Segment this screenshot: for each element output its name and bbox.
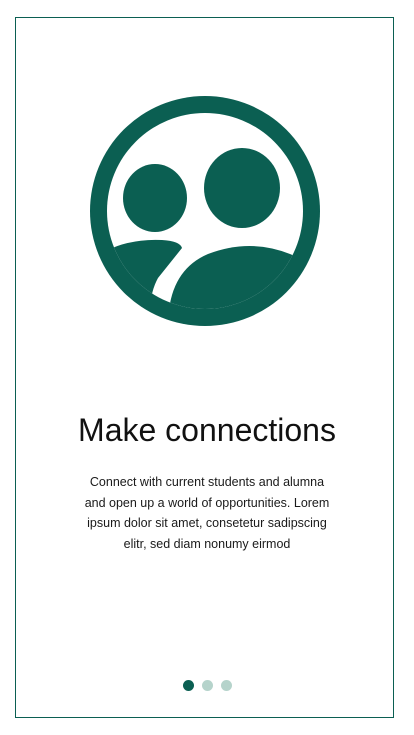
page-title: Make connections [78, 412, 336, 448]
page-description: Connect with current students and alumna… [84, 475, 330, 551]
pagination-dots [0, 680, 414, 691]
pagination-dot-2[interactable] [201, 680, 213, 691]
pagination-dot-1[interactable] [182, 680, 194, 691]
people-group-icon [90, 96, 320, 326]
pagination-dot-3[interactable] [220, 680, 232, 691]
